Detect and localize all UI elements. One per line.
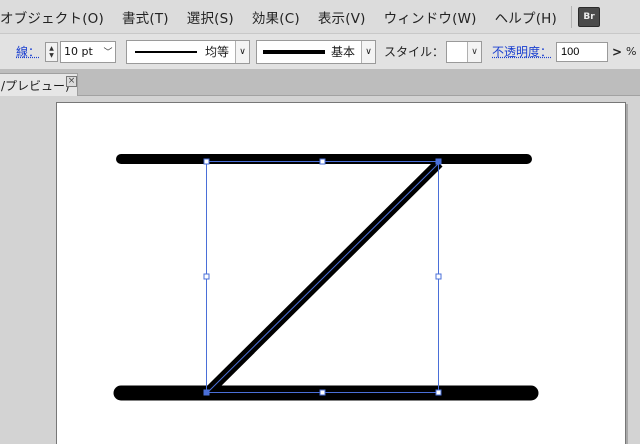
graphic-style-picker[interactable]: ∨ [446,40,483,63]
handle-bottom-center[interactable] [319,389,326,396]
chevron-down-icon[interactable]: ﹀ [101,41,116,62]
handle-bottom-left[interactable] [203,389,210,396]
document-tab-strip: /プレビュー) × [0,70,640,96]
opacity-label[interactable]: 不透明度： [492,43,552,60]
canvas-area[interactable] [0,96,640,444]
stroke-label[interactable]: 線： [16,43,40,60]
artboard[interactable] [56,102,626,444]
stroke-weight-field[interactable]: 10 pt ﹀ [60,40,117,63]
menu-bar: オブジェクト(O) 書式(T) 選択(S) 効果(C) 表示(V) ウィンドウ(… [0,0,640,34]
style-label: スタイル： [384,45,445,59]
profile-line-sample [135,50,198,53]
control-bar: 線： ▲▼ 10 pt ﹀ 均等 ∨ 基本 ∨ スタイル： ∨ 不透明度： > … [0,34,640,70]
opacity-unit: % [626,45,637,58]
bridge-button[interactable]: Br [577,6,600,27]
handle-top-right[interactable] [435,158,442,165]
chevron-down-icon[interactable]: ∨ [235,40,250,63]
brush-label: 基本 [331,45,356,59]
diagonal-path-outline [208,162,440,392]
menu-object[interactable]: オブジェクト(O) [0,7,104,27]
handle-middle-left[interactable] [203,273,210,280]
menu-view[interactable]: 表示(V) [318,7,366,27]
artwork[interactable] [57,103,627,444]
chevron-right-icon[interactable]: > [608,42,626,62]
menu-effect[interactable]: 効果(C) [252,7,300,27]
close-icon[interactable]: × [66,76,77,87]
variable-width-profile[interactable]: 均等 ∨ [126,39,251,64]
opacity-input[interactable] [556,41,609,62]
handle-bottom-right[interactable] [435,389,442,396]
chevron-down-icon[interactable]: ∨ [361,40,376,63]
menu-select[interactable]: 選択(S) [187,7,234,27]
document-tab-label: /プレビュー) [1,78,70,93]
menu-window[interactable]: ウィンドウ(W) [384,7,477,27]
brush-definition[interactable]: 基本 ∨ [256,39,377,64]
handle-top-left[interactable] [203,158,210,165]
handle-top-center[interactable] [319,158,326,165]
menu-separator [570,5,572,28]
menu-type[interactable]: 書式(T) [122,7,169,27]
menu-help[interactable]: ヘルプ(H) [495,7,557,27]
profile-label: 均等 [205,45,230,59]
stroke-weight-value[interactable]: 10 pt [61,45,101,58]
chevron-down-icon[interactable]: ∨ [467,41,482,62]
handle-middle-right[interactable] [435,273,442,280]
brush-line-sample [263,49,326,54]
stepper-icon[interactable]: ▲ ▼ [45,41,59,62]
